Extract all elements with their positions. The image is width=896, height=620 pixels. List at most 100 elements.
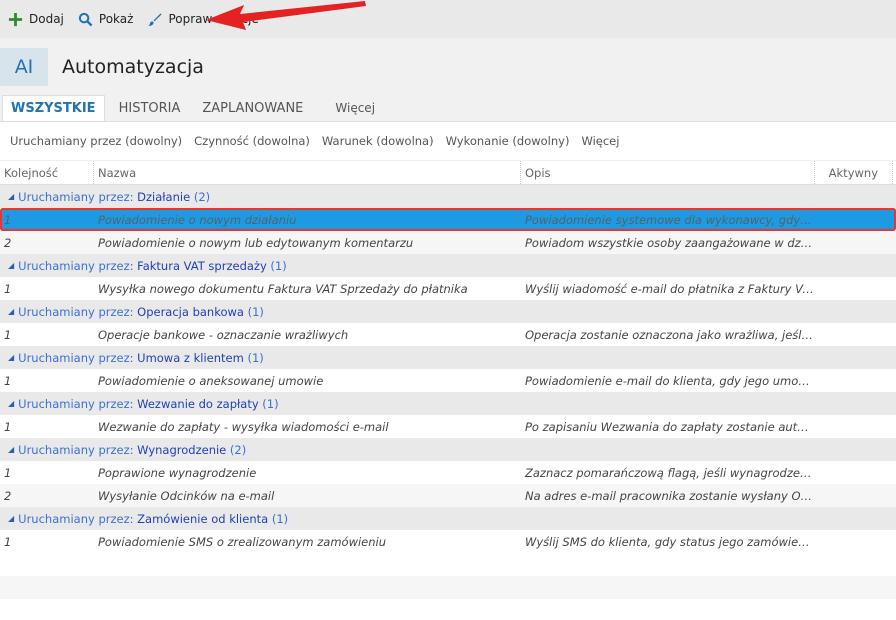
group-prefix: Uruchamiany przez:: [18, 350, 134, 365]
cell-name: Powiadomienie o nowym działaniu: [98, 212, 297, 227]
cell-order: 1: [4, 465, 12, 480]
tab-scheduled[interactable]: ZAPLANOWANE: [194, 95, 311, 121]
cell-name: Powiadomienie o aneksowanej umowie: [98, 373, 324, 388]
brush-icon: [148, 12, 162, 26]
group-row[interactable]: ◢ Uruchamiany przez: Faktura VAT sprzedaż…: [0, 254, 896, 277]
cell-name: Powiadomienie o nowym lub edytowanym kom…: [98, 235, 414, 250]
group-prefix: Uruchamiany przez:: [18, 189, 134, 204]
cell-order: 1: [4, 373, 12, 388]
group-prefix: Uruchamiany przez:: [18, 304, 134, 319]
filter-execution[interactable]: Wykonanie (dowolny): [446, 134, 570, 148]
cell-description: Po zapisaniu Wezwania do zapłaty zostani…: [525, 419, 815, 434]
group-row[interactable]: ◢ Uruchamiany przez: Zamówienie od klient…: [0, 507, 896, 530]
column-active[interactable]: Aktywny: [815, 161, 893, 184]
collapse-triangle-icon[interactable]: ◢: [8, 445, 14, 454]
column-description[interactable]: Opis: [521, 161, 815, 184]
cell-description: Powiadomienie e-mail do klienta, gdy jeg…: [525, 373, 815, 388]
group-prefix: Uruchamiany przez:: [18, 442, 134, 457]
edit-label: Popraw: [168, 12, 213, 26]
cell-description: Na adres e-mail pracownika zostanie wysł…: [525, 488, 815, 503]
actions-button[interactable]: Akcje: [226, 12, 258, 26]
empty-row: [0, 553, 896, 576]
group-row[interactable]: ◢ Uruchamiany przez: Umowa z klientem (1): [0, 346, 896, 369]
filter-more[interactable]: Więcej: [581, 134, 619, 148]
cell-order: 2: [4, 235, 12, 250]
group-name: Wezwanie do zapłaty: [137, 396, 259, 411]
table-row[interactable]: 1 Operacje bankowe - oznaczanie wrażliwyc…: [0, 323, 896, 346]
group-count: (1): [271, 511, 289, 526]
cell-name: Powiadomienie SMS o zrealizowanym zamówi…: [98, 534, 387, 549]
group-count: (2): [193, 189, 211, 204]
table-row[interactable]: 1 Wysyłka nowego dokumentu Faktura VAT Sp…: [0, 277, 896, 300]
table-row[interactable]: 1 Powiadomienie o nowym działaniu Powiadom…: [0, 208, 896, 231]
cell-order: 1: [4, 212, 12, 227]
group-row[interactable]: ◢ Uruchamiany przez: Działanie (2): [0, 185, 896, 208]
cell-name: Wysyłka nowego dokumentu Faktura VAT Spr…: [98, 281, 468, 296]
table-row[interactable]: 1 Powiadomienie SMS o zrealizowanym zamów…: [0, 530, 896, 553]
toolbar: Dodaj Pokaż Popraw Akcje: [0, 0, 896, 38]
collapse-triangle-icon[interactable]: ◢: [8, 261, 14, 270]
table-row[interactable]: 1 Wezwanie do zapłaty - wysyłka wiadomośc…: [0, 415, 896, 438]
column-order[interactable]: Kolejność: [0, 161, 94, 184]
filter-action[interactable]: Czynność (dowolna): [194, 134, 310, 148]
collapse-triangle-icon[interactable]: ◢: [8, 399, 14, 408]
cell-order: 2: [4, 488, 12, 503]
group-prefix: Uruchamiany przez:: [18, 396, 134, 411]
group-row[interactable]: ◢ Uruchamiany przez: Operacja bankowa (1): [0, 300, 896, 323]
tab-history[interactable]: HISTORIA: [111, 95, 189, 121]
cell-order: 1: [4, 534, 12, 549]
show-button[interactable]: Pokaż: [78, 12, 134, 27]
group-prefix: Uruchamiany przez:: [18, 511, 134, 526]
cell-description: Zaznacz pomarańczową flagą, jeśli wynagr…: [525, 465, 815, 480]
collapse-triangle-icon[interactable]: ◢: [8, 307, 14, 316]
group-name: Działanie: [137, 189, 191, 204]
group-count: (2): [229, 442, 247, 457]
empty-row: [0, 576, 896, 599]
module-badge: AI: [0, 48, 48, 86]
cell-order: 1: [4, 419, 12, 434]
collapse-triangle-icon[interactable]: ◢: [8, 353, 14, 362]
actions-label: Akcje: [226, 12, 259, 26]
edit-button[interactable]: Popraw: [147, 12, 212, 27]
add-button[interactable]: Dodaj: [8, 12, 64, 27]
cell-order: 1: [4, 281, 12, 296]
plus-icon: [8, 12, 23, 26]
collapse-triangle-icon[interactable]: ◢: [8, 192, 14, 201]
group-prefix: Uruchamiany przez:: [18, 258, 134, 273]
filter-condition[interactable]: Warunek (dowolna): [322, 134, 434, 148]
group-row[interactable]: ◢ Uruchamiany przez: Wezwanie do zapłaty …: [0, 392, 896, 415]
table-row[interactable]: 2 Wysyłanie Odcinków na e-mail Na adres e-…: [0, 484, 896, 507]
tab-more[interactable]: Więcej: [327, 95, 383, 121]
page-header: AI Automatyzacja: [0, 38, 896, 96]
page-title: Automatyzacja: [62, 56, 204, 78]
group-name: Wynagrodzenie: [137, 442, 227, 457]
cell-order: 1: [4, 327, 12, 342]
group-count: (1): [270, 258, 287, 273]
group-row[interactable]: ◢ Uruchamiany przez: Wynagrodzenie (2): [0, 438, 896, 461]
filter-triggered-by[interactable]: Uruchamiany przez (dowolny): [10, 134, 182, 148]
cell-description: Powiadom wszystkie osoby zaangażowane w …: [525, 235, 815, 250]
cell-name: Operacje bankowe - oznaczanie wrażliwych: [98, 327, 349, 342]
table-row[interactable]: 1 Poprawione wynagrodzenie Zaznacz pomarań…: [0, 461, 896, 484]
filter-bar: Uruchamiany przez (dowolny) Czynność (do…: [0, 122, 896, 160]
collapse-triangle-icon[interactable]: ◢: [8, 514, 14, 523]
group-count: (1): [247, 350, 264, 365]
cell-name: Wezwanie do zapłaty - wysyłka wiadomości…: [98, 419, 389, 434]
cell-name: Poprawione wynagrodzenie: [98, 465, 257, 480]
tab-all[interactable]: WSZYSTKIE: [2, 95, 105, 121]
search-icon: [78, 12, 93, 26]
group-name: Umowa z klientem: [137, 350, 244, 365]
cell-name: Wysyłanie Odcinków na e-mail: [98, 488, 275, 503]
cell-description: Operacja zostanie oznaczona jako wrażliw…: [525, 327, 815, 342]
group-count: (1): [247, 304, 264, 319]
table-body: ◢ Uruchamiany przez: Działanie (2) 1 Powiad…: [0, 185, 896, 599]
table-row[interactable]: 1 Powiadomienie o aneksowanej umowie Powia…: [0, 369, 896, 392]
group-name: Zamówienie od klienta: [137, 511, 269, 526]
show-label: Pokaż: [98, 12, 134, 26]
table-row[interactable]: 2 Powiadomienie o nowym lub edytowanym ko…: [0, 231, 896, 254]
column-name[interactable]: Nazwa: [94, 161, 521, 184]
group-name: Faktura VAT sprzedaży: [137, 258, 267, 273]
cell-description: Powiadomienie systemowe dla wykonawcy, g…: [525, 212, 815, 227]
table-header: Kolejność Nazwa Opis Aktywny: [0, 160, 896, 185]
tab-bar: WSZYSTKIE HISTORIA ZAPLANOWANE Więcej: [0, 95, 896, 122]
